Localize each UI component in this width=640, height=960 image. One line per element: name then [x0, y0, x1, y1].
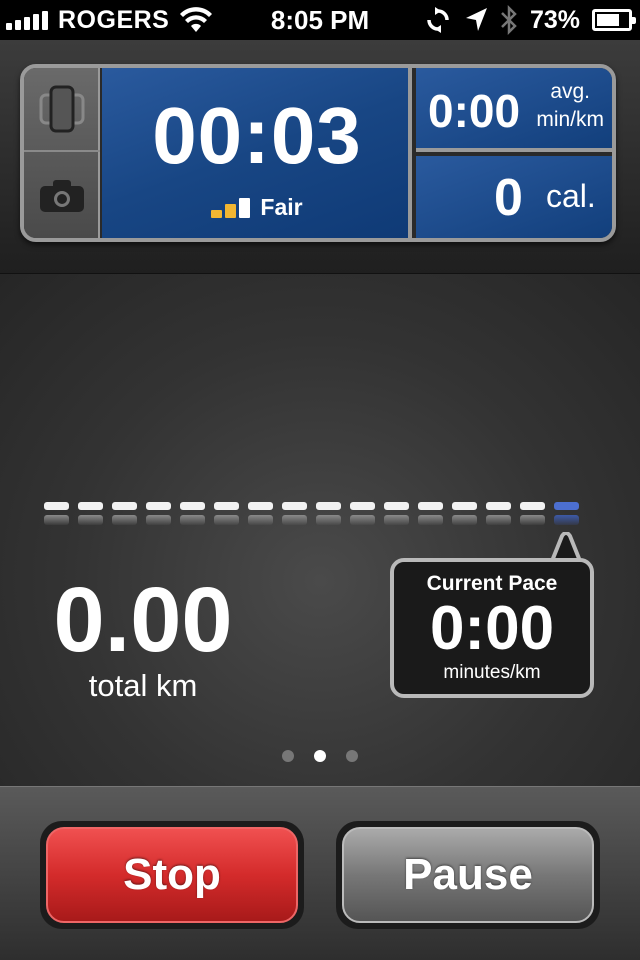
phone-lock-icon [39, 85, 85, 133]
status-left: ROGERS [6, 4, 213, 36]
calories-value: 0 [494, 169, 523, 227]
avg-pace-unit-line2: min/km [536, 108, 604, 131]
sync-icon [427, 7, 449, 33]
battery-icon [592, 9, 636, 31]
distance-display: 0.00 total km [50, 574, 236, 704]
pace-meter-segment [554, 502, 579, 526]
pace-meter [44, 502, 579, 526]
location-arrow-icon [465, 8, 487, 31]
avg-pace-unit-line1: avg. [550, 80, 591, 103]
current-pace-title: Current Pace [426, 572, 558, 595]
stop-button-well: Stop [40, 821, 304, 929]
page-dot[interactable] [282, 750, 294, 762]
carrier-name: ROGERS [58, 5, 170, 34]
pace-meter-segment [520, 502, 545, 526]
pace-meter-segment [384, 502, 409, 526]
page-indicator[interactable] [0, 750, 640, 762]
battery-percent: 73% [529, 5, 580, 34]
lock-screen-button[interactable] [24, 68, 100, 152]
avg-pace-panel: 0:00 avg. min/km [416, 68, 612, 152]
avg-pace-unit: avg. min/km [536, 78, 604, 134]
pace-meter-segment [112, 502, 137, 526]
pace-meter-segment [486, 502, 511, 526]
pace-meter-segment [452, 502, 477, 526]
gps-signal-label: Fair [260, 194, 303, 220]
current-pace-bubble: Current Pace 0:00 minutes/km [390, 558, 594, 698]
pace-meter-segment [418, 502, 443, 526]
wifi-icon [180, 7, 213, 32]
battery-fill [597, 14, 619, 26]
side-buttons [24, 68, 100, 238]
pause-button[interactable]: Pause [342, 827, 594, 923]
avg-pace-value: 0:00 [428, 85, 521, 137]
calories-unit: cal. [546, 178, 596, 214]
camera-icon [40, 180, 84, 212]
timer-panel: 00:03 Fair [102, 68, 412, 238]
gps-signal-bars-icon [211, 198, 251, 218]
distance-label: total km [88, 668, 198, 703]
pace-meter-segment [78, 502, 103, 526]
pace-meter-segment [248, 502, 273, 526]
gps-signal: Fair [102, 194, 412, 220]
status-right: 73% [424, 4, 636, 36]
pace-meter-segment [214, 502, 239, 526]
status-bar: ROGERS 8:05 PM 73% [0, 0, 640, 40]
stop-button[interactable]: Stop [46, 827, 298, 923]
elapsed-time: 00:03 [152, 91, 362, 180]
dashboard-panel: 00:03 Fair 0:00 avg. min/km 0 cal. [0, 40, 640, 274]
current-pace-unit: minutes/km [443, 662, 541, 683]
calories-panel: 0 cal. [416, 156, 612, 238]
page-dot[interactable] [314, 750, 326, 762]
pause-button-well: Pause [336, 821, 600, 929]
run-info-panel[interactable]: 0.00 total km Current Pace 0:00 minutes/… [0, 274, 640, 786]
control-bar: Stop Pause [0, 786, 640, 960]
pace-meter-segment [316, 502, 341, 526]
camera-button[interactable] [24, 154, 100, 238]
pace-meter-segment [146, 502, 171, 526]
pace-meter-segment [350, 502, 375, 526]
distance-value: 0.00 [53, 569, 233, 671]
pace-meter-segment [180, 502, 205, 526]
pace-meter-segment [44, 502, 69, 526]
dashboard: 00:03 Fair 0:00 avg. min/km 0 cal. [20, 64, 616, 242]
page-dot[interactable] [346, 750, 358, 762]
signal-strength-icon [6, 10, 48, 30]
bluetooth-icon [501, 5, 517, 35]
current-pace-value: 0:00 [429, 594, 555, 663]
pace-meter-segment [282, 502, 307, 526]
